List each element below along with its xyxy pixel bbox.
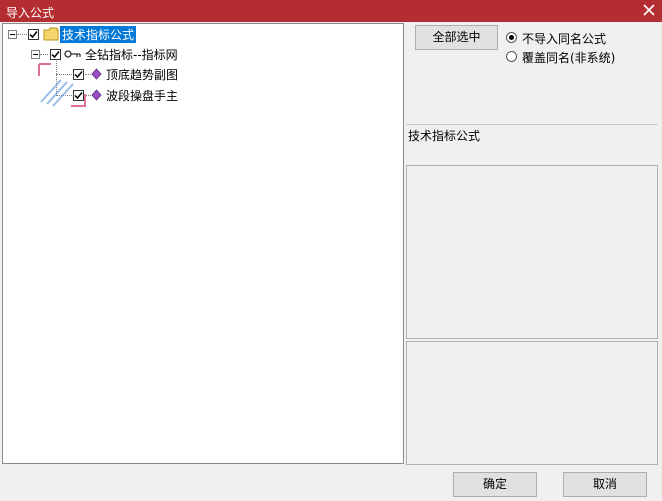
root-checkbox[interactable] bbox=[28, 29, 39, 40]
ok-button[interactable]: 确定 bbox=[453, 472, 537, 497]
close-icon[interactable] bbox=[642, 3, 656, 17]
divider bbox=[406, 124, 658, 125]
root-label[interactable]: 技术指标公式 bbox=[60, 26, 137, 43]
check-icon bbox=[29, 31, 38, 39]
description-panel bbox=[406, 165, 658, 339]
formula-diamond-icon bbox=[91, 89, 102, 101]
radio-overwrite-same-name[interactable] bbox=[506, 51, 517, 62]
folder-icon bbox=[43, 27, 59, 41]
formula-diamond-icon bbox=[91, 68, 102, 80]
watermark-icon bbox=[38, 63, 86, 107]
select-all-button[interactable]: 全部选中 bbox=[415, 25, 498, 50]
child-label[interactable]: 全钻指标--指标网 bbox=[85, 46, 178, 63]
check-icon bbox=[51, 51, 60, 59]
detail-panel bbox=[406, 341, 658, 465]
title-bar: 导入公式 bbox=[0, 0, 662, 22]
child-collapse-icon[interactable] bbox=[31, 50, 40, 59]
key-icon bbox=[64, 50, 81, 58]
radio-skip-same-name[interactable] bbox=[506, 32, 517, 43]
info-title: 技术指标公式 bbox=[408, 129, 481, 143]
cancel-button[interactable]: 取消 bbox=[563, 472, 647, 497]
radio-skip-same-name-label[interactable]: 不导入同名公式 bbox=[522, 30, 606, 47]
child-checkbox[interactable] bbox=[50, 49, 61, 60]
leaf-label[interactable]: 波段操盘手主 bbox=[106, 87, 178, 104]
root-collapse-icon[interactable] bbox=[8, 30, 17, 39]
formula-tree[interactable]: 技术指标公式 全钻指标--指标网 顶底趋势副图 波段操盘手主 bbox=[2, 23, 404, 464]
window-title: 导入公式 bbox=[6, 6, 55, 20]
radio-overwrite-same-name-label[interactable]: 覆盖同名(非系统) bbox=[522, 49, 615, 66]
leaf-label[interactable]: 顶底趋势副图 bbox=[106, 66, 178, 83]
